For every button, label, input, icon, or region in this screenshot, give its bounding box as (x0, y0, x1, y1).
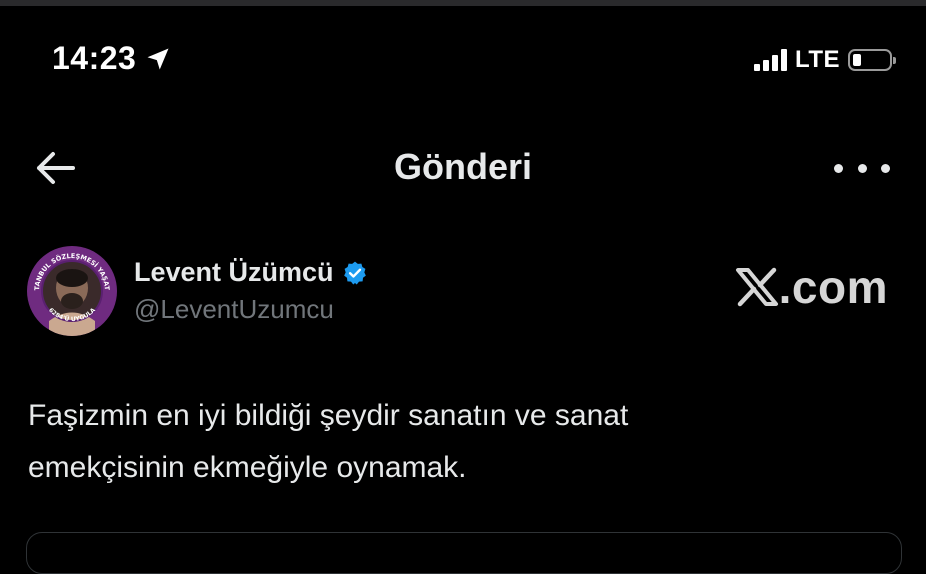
author-name-text: Levent Üzümcü (134, 257, 334, 287)
location-arrow-icon (147, 48, 169, 69)
top-frame-edge (0, 0, 926, 6)
x-com-suffix: .com (778, 261, 888, 313)
avatar[interactable]: İSTANBUL SÖZLEŞMESİ YAŞATIR 6284'Ü UYGUL… (27, 246, 117, 336)
x-logo-icon (735, 267, 778, 307)
tweet-text-line: emekçisinin ekmeğiyle oynamak. (28, 451, 467, 484)
page-title: Gönderi (393, 146, 532, 187)
avatar-image: İSTANBUL SÖZLEŞMESİ YAŞATIR 6284'Ü UYGUL… (27, 246, 116, 336)
time-text: 14:23 (52, 40, 137, 76)
status-bar-time: 14:23 (52, 40, 172, 77)
verified-badge-icon (343, 261, 366, 284)
status-bar-indicators: LTE (753, 46, 896, 74)
author-handle[interactable]: @LeventUzumcu (134, 294, 334, 325)
tweet-text: Faşizmin en iyi bildiği şeydir sanatın v… (28, 390, 888, 494)
more-dot (857, 163, 867, 173)
cellular-signal-icon (753, 49, 787, 71)
more-dot (881, 163, 890, 173)
more-options-button[interactable] (834, 150, 890, 186)
x-com-watermark: .com (735, 260, 888, 314)
tweet-text-line: Faşizmin en iyi bildiği şeydir sanatın v… (28, 399, 629, 432)
network-type: LTE (794, 46, 840, 73)
author-name[interactable]: Levent Üzümcü (134, 257, 368, 288)
battery-icon (848, 49, 896, 71)
more-dot (834, 163, 843, 173)
media-card-edge[interactable] (26, 532, 902, 574)
